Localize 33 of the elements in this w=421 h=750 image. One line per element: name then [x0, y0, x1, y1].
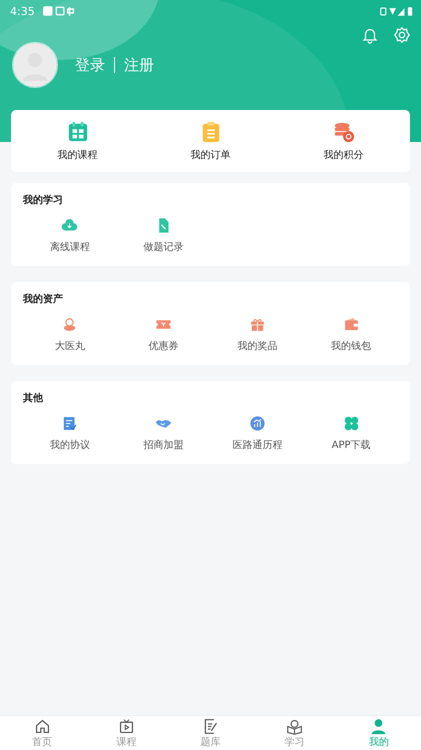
home-icon [34, 718, 51, 735]
section-title: 我的资产 [23, 292, 64, 306]
quick-link-label[interactable]: 我的订单 [190, 148, 230, 162]
menu-item-label[interactable]: 我的钱包 [331, 339, 372, 353]
four-leaf-icon[interactable] [342, 415, 360, 432]
menu-item-label[interactable]: 大医丸 [54, 339, 85, 353]
quick-link-label[interactable]: 我的课程 [58, 148, 98, 162]
settings-icon[interactable] [393, 26, 411, 44]
chart-icon[interactable] [248, 415, 266, 432]
system-status-icon [379, 6, 413, 16]
note-edit-icon [202, 718, 219, 735]
menu-item-label[interactable]: 我的奖品 [237, 339, 278, 353]
menu-item-label[interactable]: 优惠券 [148, 339, 179, 353]
menu-item-label[interactable]: 医路通历程 [232, 438, 282, 452]
wallet-icon[interactable] [342, 316, 360, 333]
menu-item-label[interactable]: 我的协议 [50, 438, 90, 452]
book-reader-icon [286, 718, 304, 735]
calendar-icon[interactable] [66, 120, 88, 142]
menu-item-label[interactable]: APP下载 [332, 438, 371, 452]
menu-item-label[interactable]: 做题记录 [144, 240, 184, 254]
avatar[interactable] [12, 42, 58, 88]
quick-link-label[interactable]: 我的积分 [324, 148, 364, 162]
tv-play-icon [118, 718, 135, 735]
status-time: 4:35 [10, 4, 35, 18]
gift-icon[interactable] [248, 316, 266, 333]
menu-item-label[interactable]: 招商加盟 [144, 438, 184, 452]
menu-item-label[interactable]: 离线课程 [50, 240, 90, 254]
section-title: 其他 [23, 392, 44, 405]
person-icon [370, 718, 388, 735]
signed-document-icon[interactable] [61, 415, 78, 432]
section-title: 我的学习 [23, 194, 64, 207]
notification-icon[interactable] [361, 26, 379, 44]
coins-icon[interactable] [332, 120, 354, 142]
